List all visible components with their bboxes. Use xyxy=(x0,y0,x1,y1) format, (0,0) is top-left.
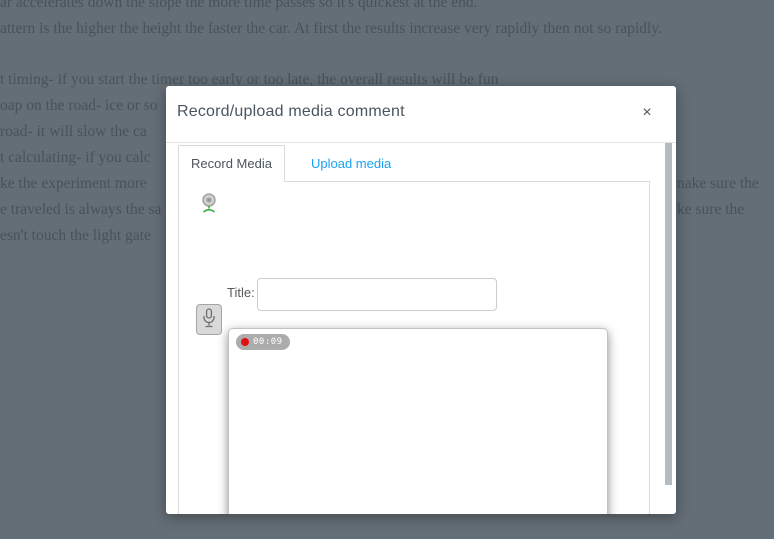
record-media-panel: Title: 00:09 xyxy=(178,181,650,514)
microphone-icon xyxy=(202,308,216,331)
document-text-fragment: e traveled is always the sa xyxy=(0,201,162,218)
modal-scrollbar[interactable] xyxy=(665,143,672,485)
tab-upload-media[interactable]: Upload media xyxy=(303,145,399,182)
webcam-icon xyxy=(198,193,220,219)
document-text-fragment: ke the experiment more xyxy=(0,175,147,192)
tab-record-media[interactable]: Record Media xyxy=(178,145,285,182)
microphone-button[interactable] xyxy=(196,304,222,335)
document-text-line: oap on the road- ice or so xyxy=(0,97,158,114)
media-comment-modal: Record/upload media comment × Record Med… xyxy=(166,86,676,514)
modal-body: Record Media Upload media Title: 00:09 xyxy=(166,143,676,514)
document-text-fragment: ke sure the xyxy=(677,201,745,218)
modal-title: Record/upload media comment xyxy=(177,103,405,120)
tab-bar: Record Media Upload media xyxy=(178,145,399,182)
document-text-fragment: nake sure the xyxy=(677,175,759,192)
webcam-button[interactable] xyxy=(197,192,221,216)
recording-timer: 00:09 xyxy=(253,337,283,347)
document-text-line: e traveled is always the sa ke sure the xyxy=(0,201,744,219)
document-text-line: esn't touch the light gate xyxy=(0,227,151,244)
recording-timer-badge: 00:09 xyxy=(236,334,290,350)
document-text-line: road- it will slow the ca xyxy=(0,123,147,140)
modal-header: Record/upload media comment × xyxy=(166,86,676,143)
document-text-line: attern is the higher the height the fast… xyxy=(0,20,662,37)
title-input[interactable] xyxy=(257,278,497,311)
close-button[interactable]: × xyxy=(635,101,659,125)
recording-dot-icon xyxy=(241,338,249,346)
document-text-line: ke the experiment more nake sure the xyxy=(0,175,759,193)
title-label: Title: xyxy=(227,285,255,300)
document-text-line: ar accelerates down the slope the more t… xyxy=(0,0,478,11)
document-text-line: t calculating- if you calc xyxy=(0,149,151,166)
video-preview: 00:09 xyxy=(228,328,608,514)
